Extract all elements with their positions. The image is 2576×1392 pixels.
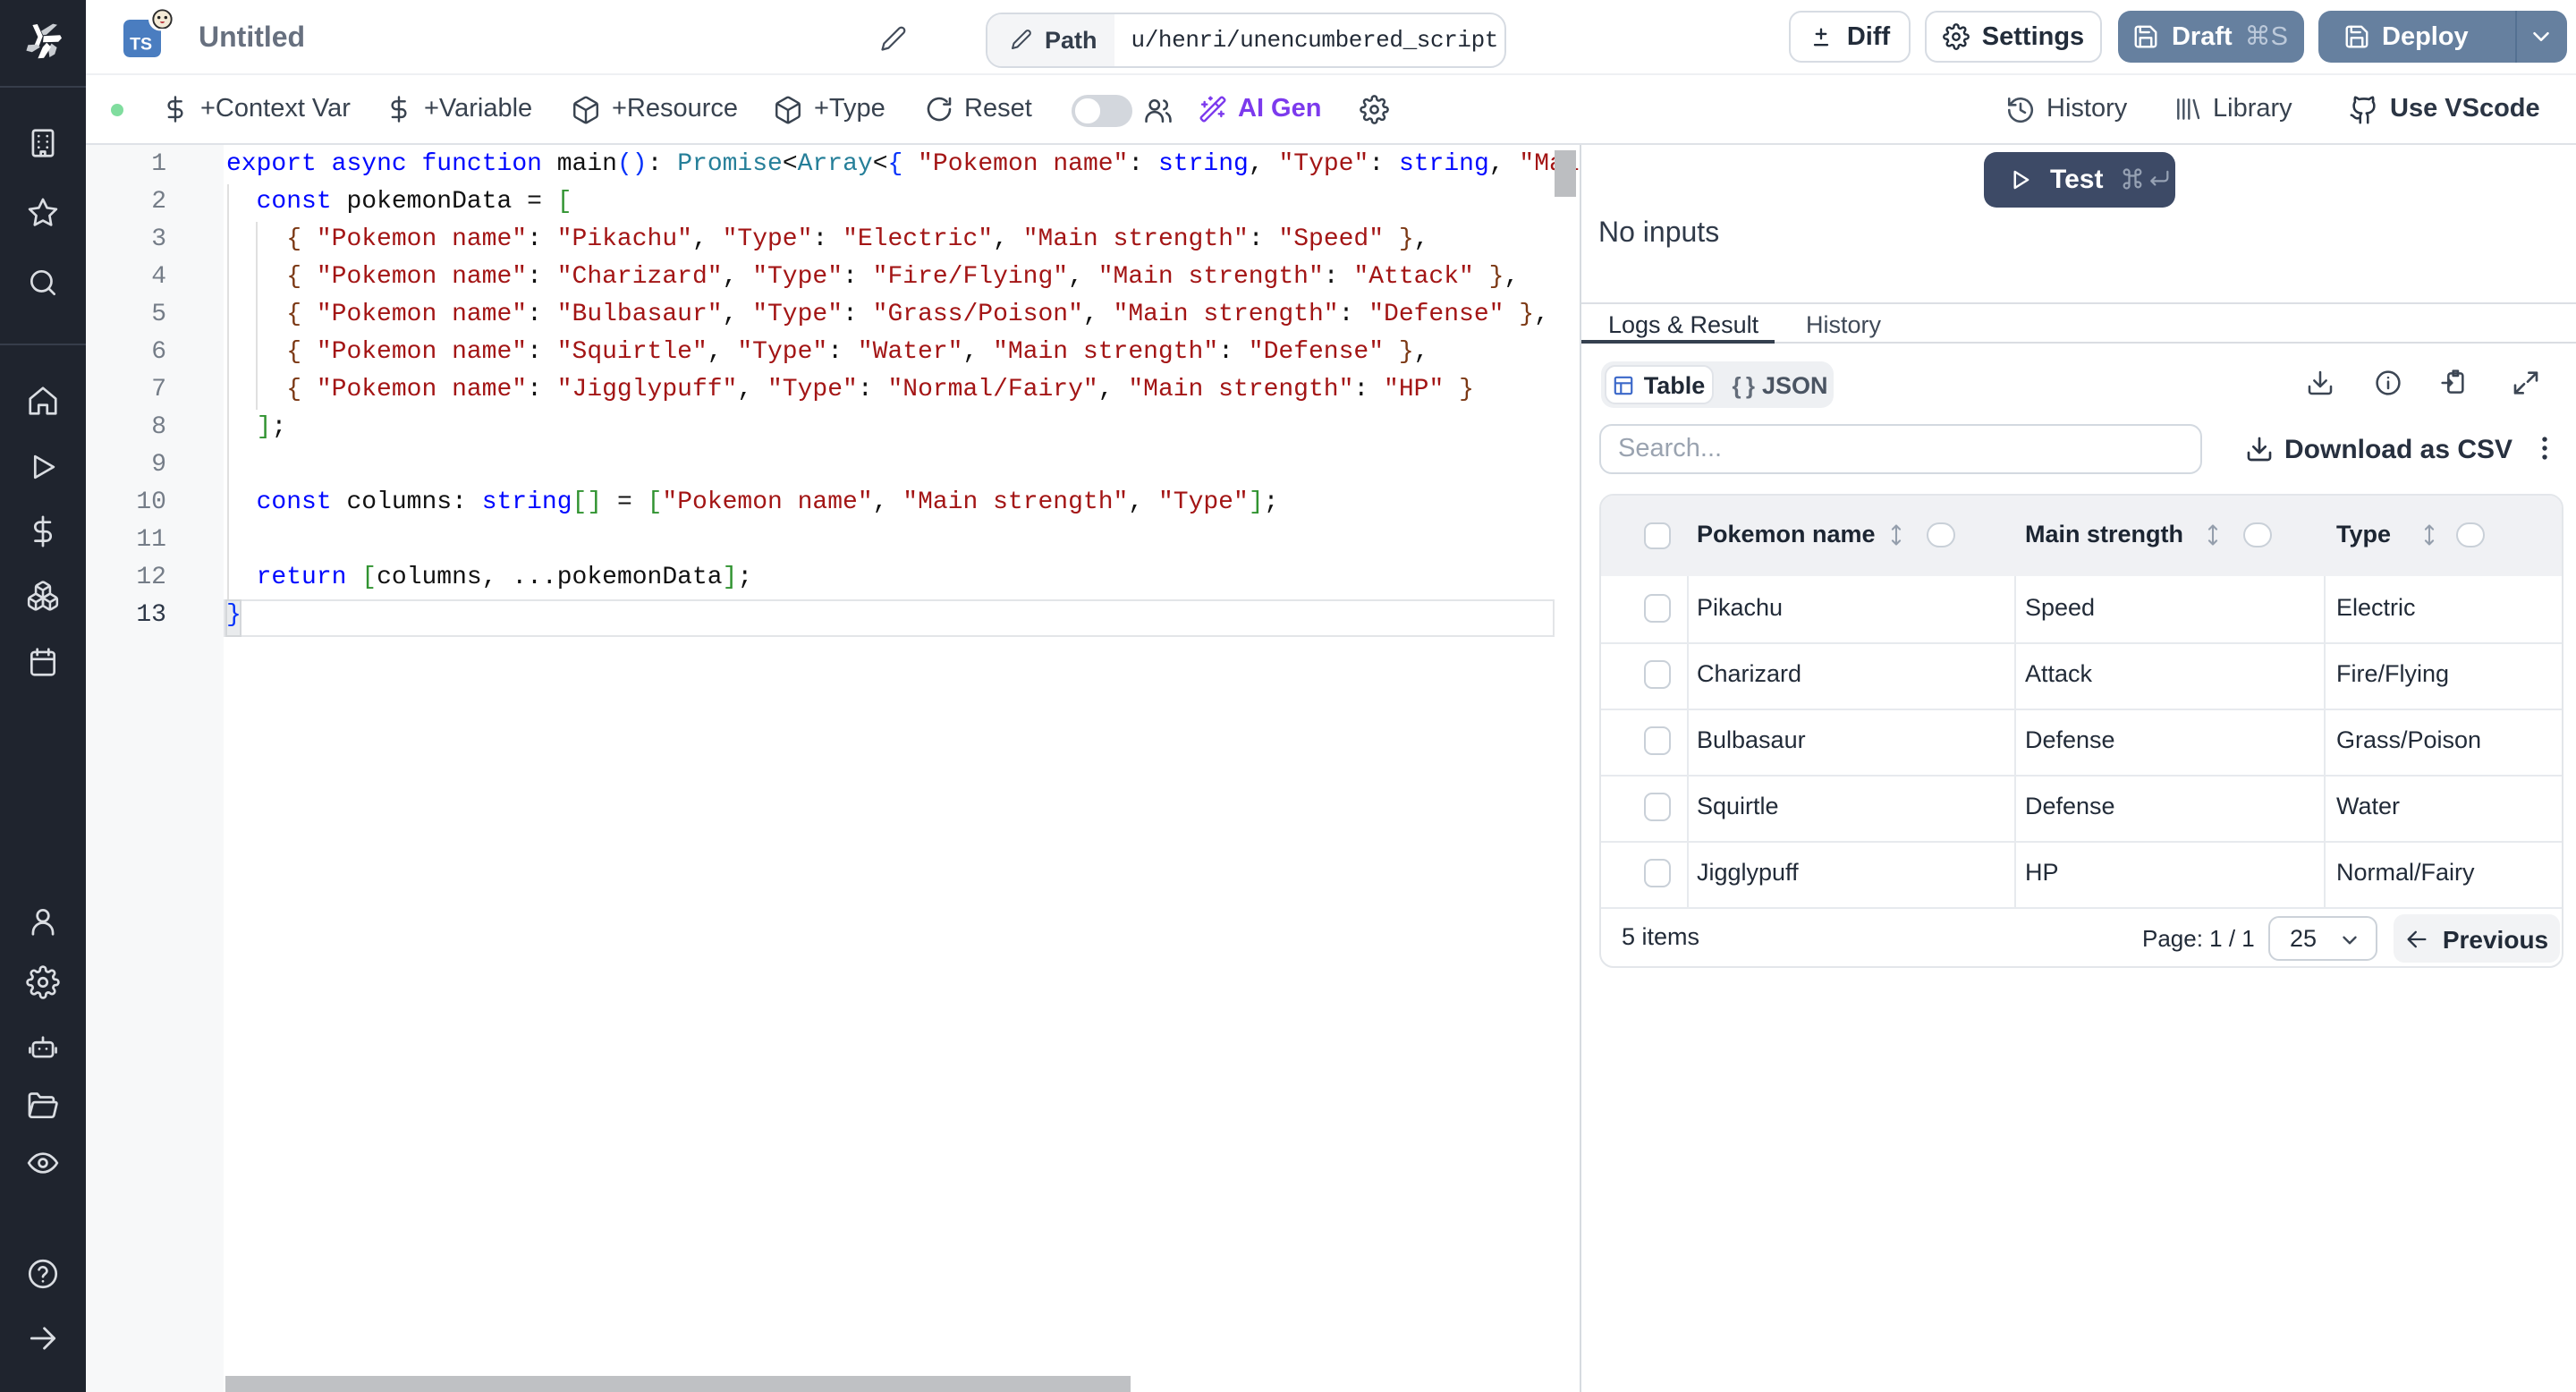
svg-text:TS: TS bbox=[130, 34, 152, 54]
